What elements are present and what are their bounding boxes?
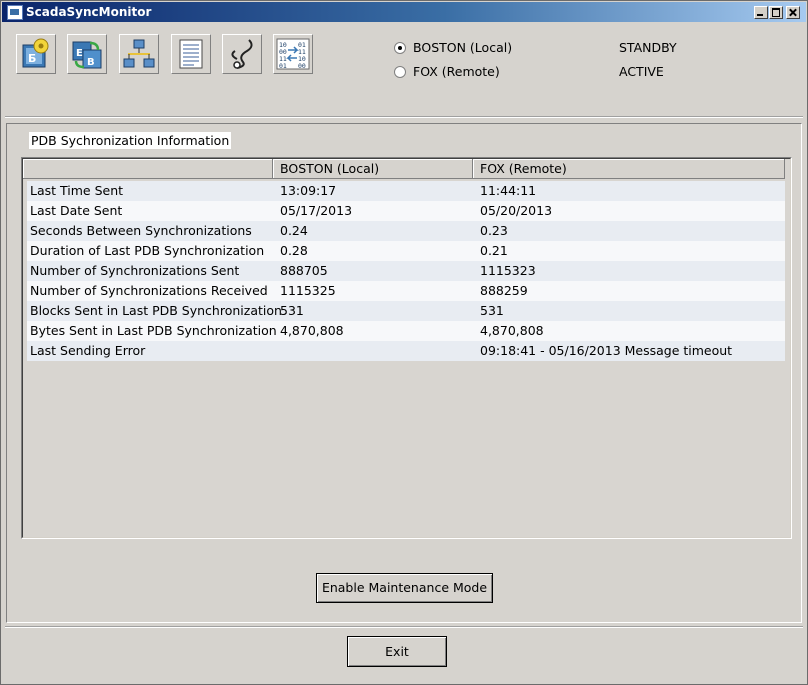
remote-value: 0.21 xyxy=(480,243,508,258)
column-header-remote[interactable]: FOX (Remote) xyxy=(473,159,785,179)
title-bar[interactable]: ScadaSyncMonitor xyxy=(2,2,806,22)
enable-maintenance-mode-button[interactable]: Enable Maintenance Mode xyxy=(316,573,493,603)
local-value: 531 xyxy=(280,303,304,318)
footer-divider xyxy=(5,626,803,628)
row-label: Last Date Sent xyxy=(30,203,123,218)
database-exchange-button[interactable]: E B xyxy=(67,34,107,74)
table-row[interactable]: Number of Synchronizations Received 1115… xyxy=(27,281,785,301)
window-title: ScadaSyncMonitor xyxy=(26,5,152,19)
radio-remote[interactable] xyxy=(394,66,406,78)
local-value: 13:09:17 xyxy=(280,183,337,198)
site-label-remote: FOX (Remote) xyxy=(413,64,500,79)
network-button[interactable] xyxy=(119,34,159,74)
status-local: STANDBY xyxy=(619,40,677,55)
cable-button[interactable] xyxy=(222,34,262,74)
database-sync-button[interactable]: Б xyxy=(16,34,56,74)
local-value: 888705 xyxy=(280,263,328,278)
binary-transfer-icon: 10 00 11 01 01 11 10 00 xyxy=(276,38,310,70)
header-divider xyxy=(5,116,803,118)
table-row[interactable]: Last Time Sent 13:09:17 11:44:11 xyxy=(27,181,785,201)
local-value: 0.24 xyxy=(280,223,308,238)
minimize-button[interactable] xyxy=(754,6,768,19)
database-sync-icon: Б xyxy=(22,38,49,68)
app-window: ScadaSyncMonitor Б E B 10 00 11 01 01 11… xyxy=(0,0,808,685)
row-label: Last Time Sent xyxy=(30,183,124,198)
svg-text:Б: Б xyxy=(28,52,36,65)
network-icon xyxy=(123,39,155,68)
radio-local[interactable] xyxy=(394,42,406,54)
table-row[interactable]: Last Sending Error 09:18:41 - 05/16/2013… xyxy=(27,341,785,361)
table-row[interactable]: Duration of Last PDB Synchronization 0.2… xyxy=(27,241,785,261)
binary-transfer-button[interactable]: 10 00 11 01 01 11 10 00 xyxy=(273,34,313,74)
remote-value: 1115323 xyxy=(480,263,536,278)
row-label: Number of Synchronizations Sent xyxy=(30,263,240,278)
row-label: Duration of Last PDB Synchronization xyxy=(30,243,265,258)
maximize-button[interactable] xyxy=(769,6,783,19)
svg-text:E: E xyxy=(76,48,83,59)
cable-icon xyxy=(231,39,253,69)
remote-value: 4,870,808 xyxy=(480,323,544,338)
table-row[interactable]: Last Date Sent 05/17/2013 05/20/2013 xyxy=(27,201,785,221)
row-label: Last Sending Error xyxy=(30,343,146,358)
remote-value: 531 xyxy=(480,303,504,318)
remote-value: 0.23 xyxy=(480,223,508,238)
local-value: 0.28 xyxy=(280,243,308,258)
row-label: Number of Synchronizations Received xyxy=(30,283,268,298)
local-value: 1115325 xyxy=(280,283,336,298)
app-icon xyxy=(7,5,23,20)
table-row[interactable]: Bytes Sent in Last PDB Synchronization 4… xyxy=(27,321,785,341)
status-remote: ACTIVE xyxy=(619,64,664,79)
exit-button[interactable]: Exit xyxy=(347,636,447,667)
column-header-name[interactable] xyxy=(23,159,273,179)
document-button[interactable] xyxy=(171,34,211,74)
svg-text:B: B xyxy=(87,57,95,68)
svg-text:00: 00 xyxy=(298,62,306,70)
column-header-local[interactable]: BOSTON (Local) xyxy=(273,159,473,179)
remote-value: 888259 xyxy=(480,283,528,298)
site-label-local: BOSTON (Local) xyxy=(413,40,513,55)
grid-frame: BOSTON (Local) FOX (Remote) Last Time Se… xyxy=(22,158,791,538)
local-value: 4,870,808 xyxy=(280,323,344,338)
remote-value: 09:18:41 - 05/16/2013 Message timeout xyxy=(480,343,733,358)
table-row[interactable]: Blocks Sent in Last PDB Synchronization … xyxy=(27,301,785,321)
table-row[interactable]: Number of Synchronizations Sent 888705 1… xyxy=(27,261,785,281)
group-title: PDB Sychronization Information xyxy=(29,132,232,149)
document-icon xyxy=(179,39,203,69)
svg-text:01: 01 xyxy=(279,62,287,70)
row-label: Blocks Sent in Last PDB Synchronization xyxy=(30,303,282,318)
row-label: Seconds Between Synchronizations xyxy=(30,223,252,238)
close-button[interactable] xyxy=(786,6,800,19)
table-row[interactable]: Seconds Between Synchronizations 0.24 0.… xyxy=(27,221,785,241)
local-value: 05/17/2013 xyxy=(280,203,353,218)
sync-info-grid[interactable]: BOSTON (Local) FOX (Remote) Last Time Se… xyxy=(21,157,792,539)
remote-value: 11:44:11 xyxy=(480,183,537,198)
database-exchange-icon: E B xyxy=(72,41,102,69)
row-label: Bytes Sent in Last PDB Synchronization xyxy=(30,323,277,338)
remote-value: 05/20/2013 xyxy=(480,203,553,218)
grid-rows: Last Time Sent 13:09:17 11:44:11 Last Da… xyxy=(27,181,785,361)
